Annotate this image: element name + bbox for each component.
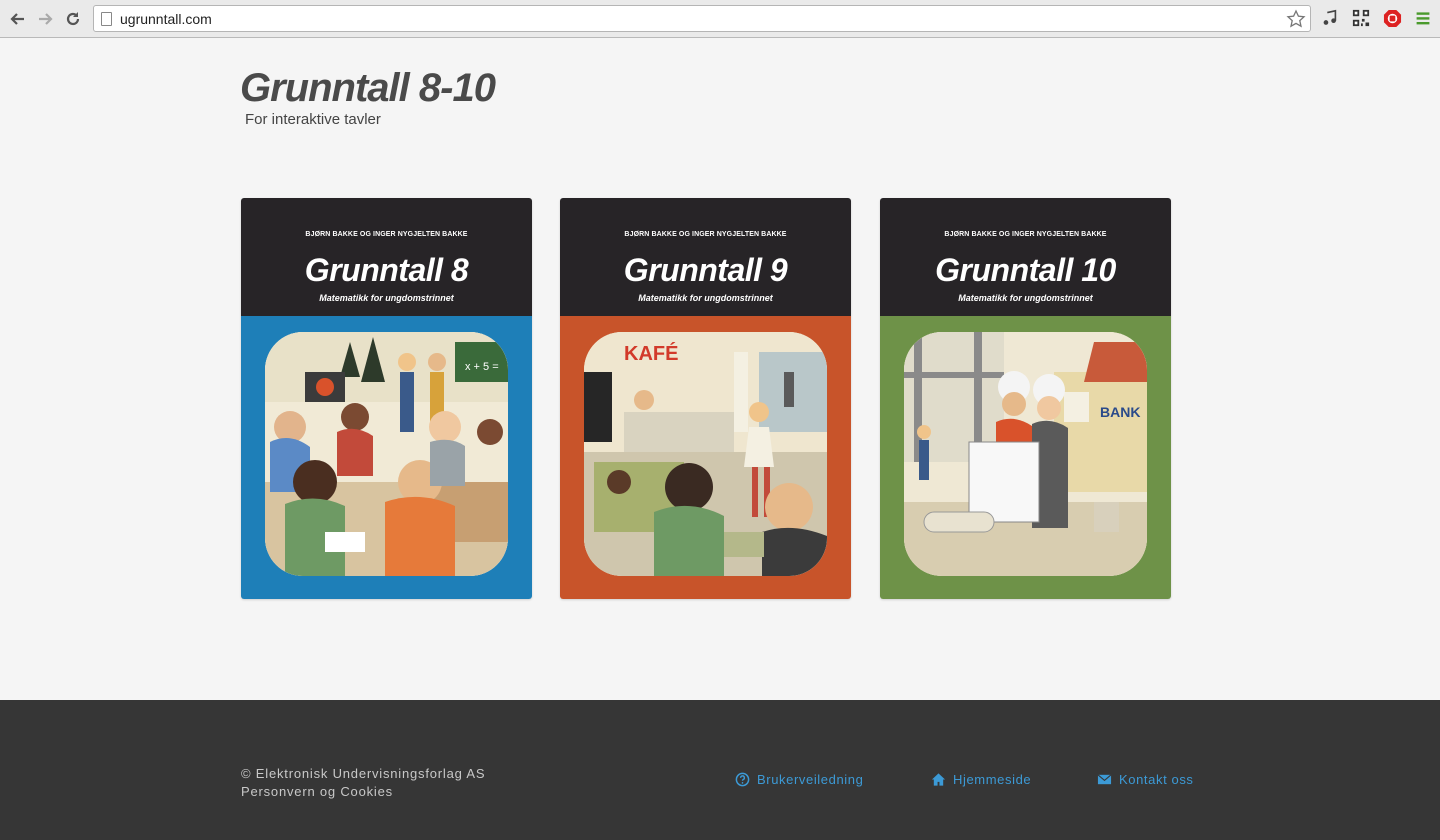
browser-toolbar: ugrunntall.com bbox=[0, 0, 1440, 38]
adblock-icon[interactable] bbox=[1382, 8, 1402, 28]
site-subtitle: For interaktive tavler bbox=[245, 111, 381, 128]
copyright-text: © Elektronisk Undervisningsforlag AS bbox=[241, 766, 486, 781]
homepage-label: Hjemmeside bbox=[953, 772, 1032, 787]
music-note-icon[interactable] bbox=[1320, 8, 1340, 28]
book-cover-header: BJØRN BAKKE OG INGER NYGJELTEN BAKKE Gru… bbox=[241, 198, 532, 316]
site-footer: © Elektronisk Undervisningsforlag AS Per… bbox=[0, 700, 1440, 840]
book-title: Grunntall 8 bbox=[304, 252, 469, 288]
book-cover-header: BJØRN BAKKE OG INGER NYGJELTEN BAKKE Gru… bbox=[880, 198, 1171, 316]
construction-illustration: BANK bbox=[904, 332, 1147, 576]
menu-icon[interactable] bbox=[1413, 8, 1433, 28]
site-title: Grunntall 8-10 bbox=[240, 66, 496, 110]
page-icon bbox=[101, 12, 112, 26]
back-button[interactable] bbox=[7, 8, 29, 30]
book-title: Grunntall 9 bbox=[623, 252, 788, 288]
arrow-left-icon bbox=[10, 13, 24, 25]
home-icon bbox=[931, 772, 946, 787]
reload-button[interactable] bbox=[62, 8, 84, 30]
reload-icon bbox=[66, 12, 80, 26]
book-cover-art: BANK bbox=[880, 316, 1171, 599]
book-cover-header: BJØRN BAKKE OG INGER NYGJELTEN BAKKE Gru… bbox=[560, 198, 851, 316]
book-authors: BJØRN BAKKE OG INGER NYGJELTEN BAKKE bbox=[624, 231, 787, 238]
user-guide-link[interactable]: Brukerveiledning bbox=[735, 772, 863, 787]
book-cover-art: x + 5 = bbox=[241, 316, 532, 599]
url-text: ugrunntall.com bbox=[120, 11, 212, 27]
privacy-link[interactable]: Personvern og Cookies bbox=[241, 784, 393, 799]
book-card-grunntall-10[interactable]: BJØRN BAKKE OG INGER NYGJELTEN BAKKE Gru… bbox=[880, 198, 1171, 599]
contact-link[interactable]: Kontakt oss bbox=[1097, 772, 1194, 787]
question-circle-icon bbox=[735, 772, 750, 787]
book-authors: BJØRN BAKKE OG INGER NYGJELTEN BAKKE bbox=[305, 231, 468, 238]
book-cover-art: KAFÉ bbox=[560, 316, 851, 599]
envelope-icon bbox=[1097, 772, 1112, 787]
book-subtitle: Matematikk for ungdomstrinnet bbox=[958, 293, 1093, 303]
forward-button[interactable] bbox=[34, 8, 56, 30]
qr-code-icon[interactable] bbox=[1351, 8, 1371, 28]
bookmark-star-icon[interactable] bbox=[1286, 9, 1306, 29]
classroom-illustration: x + 5 = bbox=[265, 332, 508, 576]
book-card-grunntall-9[interactable]: BJØRN BAKKE OG INGER NYGJELTEN BAKKE Gru… bbox=[560, 198, 851, 599]
book-authors: BJØRN BAKKE OG INGER NYGJELTEN BAKKE bbox=[944, 231, 1107, 238]
contact-label: Kontakt oss bbox=[1119, 772, 1194, 787]
book-subtitle: Matematikk for ungdomstrinnet bbox=[319, 293, 454, 303]
address-bar[interactable]: ugrunntall.com bbox=[93, 5, 1311, 32]
book-subtitle: Matematikk for ungdomstrinnet bbox=[638, 293, 773, 303]
homepage-link[interactable]: Hjemmeside bbox=[931, 772, 1031, 787]
cafe-illustration: KAFÉ bbox=[584, 332, 827, 576]
user-guide-label: Brukerveiledning bbox=[757, 772, 864, 787]
arrow-right-icon bbox=[39, 13, 53, 25]
svg-text:BANK: BANK bbox=[1100, 404, 1140, 420]
svg-text:KAFÉ: KAFÉ bbox=[624, 342, 678, 365]
book-card-grunntall-8[interactable]: BJØRN BAKKE OG INGER NYGJELTEN BAKKE Gru… bbox=[241, 198, 532, 599]
book-title: Grunntall 10 bbox=[935, 252, 1116, 288]
svg-text:x + 5 =: x + 5 = bbox=[465, 361, 499, 373]
